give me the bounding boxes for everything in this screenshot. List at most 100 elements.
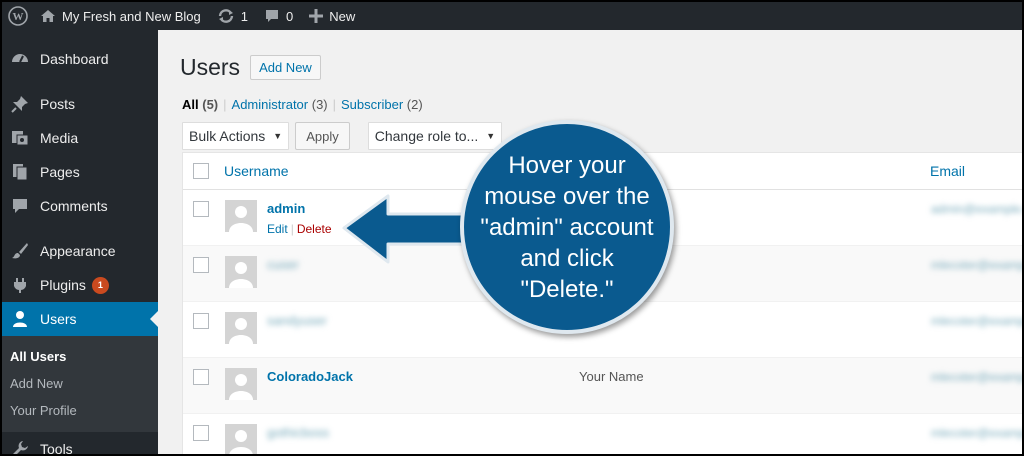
filter-administrator[interactable]: Administrator (3) (232, 97, 328, 112)
sidebar-label: Pages (40, 164, 80, 180)
row-actions: Edit | Delete (267, 222, 332, 236)
plugin-icon (10, 275, 30, 295)
submenu-all-users[interactable]: All Users (2, 343, 158, 370)
sidebar-item-plugins[interactable]: Plugins 1 (2, 268, 158, 302)
bulk-actions-bar: Bulk Actions ▼ Apply Change role to... ▼ (182, 122, 503, 150)
sidebar-label: Users (40, 311, 77, 327)
email-blurred: mlecoter@example.com (931, 426, 1022, 440)
submenu-your-profile[interactable]: Your Profile (2, 397, 158, 424)
email-blurred: admin@example.com (931, 202, 1022, 216)
filter-label: Administrator (231, 97, 309, 112)
wrench-icon (10, 439, 30, 454)
updates-count: 1 (240, 8, 248, 24)
pages-icon (10, 162, 30, 182)
sidebar-item-media[interactable]: Media (2, 121, 158, 155)
row-checkbox[interactable] (193, 425, 209, 441)
row-checkbox[interactable] (193, 257, 209, 273)
dropdown-arrow-icon: ▼ (273, 131, 283, 141)
row-checkbox[interactable] (193, 201, 209, 217)
username-link[interactable]: ColoradoJack (267, 369, 353, 384)
bulk-actions-select[interactable]: Bulk Actions ▼ (182, 122, 290, 150)
filter-label: Subscriber (341, 97, 404, 112)
table-row: ColoradoJack Your Name mlecoter@example.… (183, 358, 1022, 414)
sidebar-item-dashboard[interactable]: Dashboard (2, 42, 158, 76)
comment-bubble-icon (264, 8, 280, 24)
dropdown-arrow-icon: ▼ (486, 131, 496, 141)
avatar (225, 312, 257, 344)
comment-icon (10, 196, 30, 216)
site-name: My Fresh and New Blog (62, 8, 201, 24)
sidebar-label: Tools (40, 441, 73, 454)
screenshot-frame: W My Fresh and New Blog 1 0 New Dashboar… (2, 2, 1022, 454)
sidebar-item-posts[interactable]: Posts (2, 87, 158, 121)
comments-link[interactable]: 0 (256, 2, 301, 30)
username-link[interactable]: sandyuser (267, 313, 327, 328)
plugins-update-badge: 1 (91, 276, 109, 294)
sidebar-label: Dashboard (40, 51, 109, 67)
new-content-link[interactable]: New (301, 2, 363, 30)
select-all-checkbox[interactable] (193, 163, 209, 179)
sidebar-label: Plugins (40, 277, 86, 293)
filter-label: All (182, 97, 199, 112)
sidebar-label: Posts (40, 96, 76, 112)
username-link[interactable]: gothicboss (267, 425, 329, 440)
user-icon (10, 309, 30, 329)
apply-button[interactable]: Apply (295, 122, 350, 150)
column-header-email[interactable]: Email (930, 163, 965, 179)
instruction-callout: Hover your mouse over the "admin" accoun… (460, 120, 674, 334)
users-submenu: All Users Add New Your Profile (2, 336, 158, 432)
avatar (225, 200, 257, 232)
delete-link[interactable]: Delete (297, 222, 332, 236)
callout-arrow-icon (342, 194, 470, 264)
submenu-add-new[interactable]: Add New (2, 370, 158, 397)
sidebar-label: Appearance (40, 243, 116, 259)
column-header-username[interactable]: Username (224, 163, 289, 179)
sidebar-label: Media (40, 130, 79, 146)
table-row: gothicboss mlecoter@example.com (183, 414, 1022, 454)
filter-all[interactable]: All (5) (182, 97, 218, 112)
row-checkbox[interactable] (193, 369, 209, 385)
callout-text: Hover your mouse over the "admin" accoun… (480, 151, 654, 303)
dashboard-icon (10, 49, 30, 69)
pin-icon (10, 94, 30, 114)
svg-text:W: W (13, 11, 24, 23)
avatar (225, 424, 257, 454)
email-blurred: mlecoter@example.com (931, 370, 1022, 384)
email-blurred: mlecoter@example.com (931, 314, 1022, 328)
page-title: Users (180, 54, 241, 80)
title-row: Users Add New (180, 54, 321, 81)
user-role-filters: All (5) | Administrator (3) | Subscriber (2) (182, 97, 423, 112)
avatar (225, 256, 257, 288)
sidebar-item-tools[interactable]: Tools (2, 432, 158, 454)
media-icon (10, 128, 30, 148)
sidebar-item-comments[interactable]: Comments (2, 189, 158, 223)
new-label: New (329, 8, 356, 24)
brush-icon (10, 241, 30, 261)
filter-subscriber[interactable]: Subscriber (2) (341, 97, 423, 112)
admin-sidebar: Dashboard Posts Media Pages Comments App… (2, 30, 158, 454)
home-icon (40, 8, 56, 24)
updates-icon (217, 8, 235, 24)
filter-count: (2) (406, 97, 423, 112)
sidebar-label: Comments (40, 198, 108, 214)
sidebar-item-users[interactable]: Users (2, 302, 158, 336)
avatar (225, 368, 257, 400)
sidebar-item-appearance[interactable]: Appearance (2, 234, 158, 268)
change-role-select[interactable]: Change role to... ▼ (367, 122, 503, 150)
display-name: Your Name (579, 369, 644, 384)
email-blurred: mlecoter@example.com (931, 258, 1022, 272)
edit-link[interactable]: Edit (267, 222, 288, 236)
username-link[interactable]: cuser (267, 257, 299, 272)
plus-icon (309, 9, 324, 23)
site-name-link[interactable]: My Fresh and New Blog (32, 2, 209, 30)
username-link[interactable]: admin (267, 201, 305, 216)
admin-bar: W My Fresh and New Blog 1 0 New (2, 2, 1022, 30)
row-checkbox[interactable] (193, 313, 209, 329)
add-new-user-button[interactable]: Add New (250, 55, 321, 80)
change-role-value: Change role to... (374, 128, 479, 144)
filter-count: (3) (311, 97, 328, 112)
updates-link[interactable]: 1 (209, 2, 256, 30)
wordpress-logo-icon[interactable]: W (4, 2, 32, 30)
sidebar-item-pages[interactable]: Pages (2, 155, 158, 189)
filter-count: (5) (202, 97, 219, 112)
